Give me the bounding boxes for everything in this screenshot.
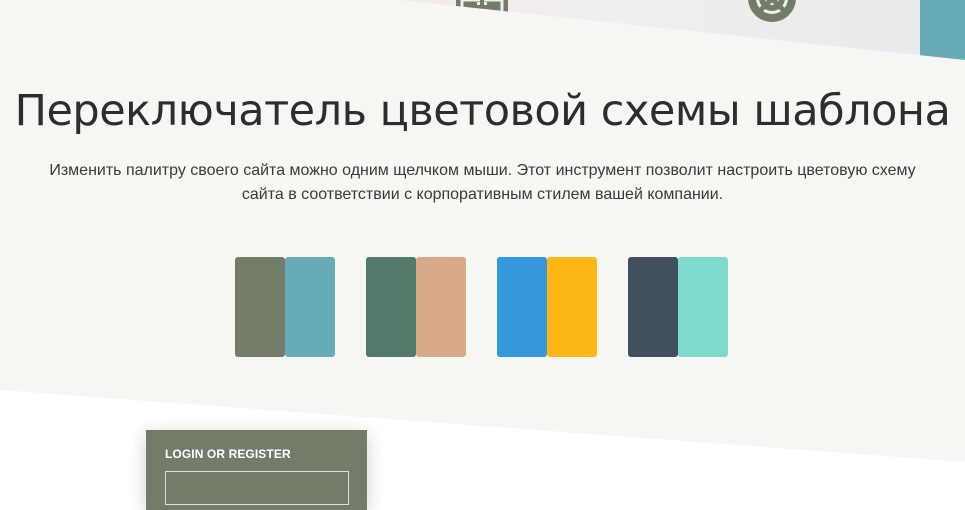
page-description: Изменить палитру своего сайта можно одни… <box>49 162 916 203</box>
palette-option-3[interactable] <box>497 257 597 357</box>
swatch-secondary <box>547 257 597 357</box>
palette-option-4[interactable] <box>628 257 728 357</box>
swatch-primary <box>235 257 285 357</box>
page-title: Переключатель цветовой схемы шаблона <box>14 86 951 136</box>
palette-option-1[interactable] <box>235 257 335 357</box>
swatch-secondary <box>416 257 466 357</box>
swatch-primary <box>366 257 416 357</box>
section-background <box>0 0 965 462</box>
swatch-secondary <box>285 257 335 357</box>
login-panel: LOGIN OR REGISTER <box>146 430 367 510</box>
swatch-primary <box>497 257 547 357</box>
swatch-secondary <box>678 257 728 357</box>
swatch-primary <box>628 257 678 357</box>
palette-option-2[interactable] <box>366 257 466 357</box>
login-title: LOGIN OR REGISTER <box>165 447 291 461</box>
